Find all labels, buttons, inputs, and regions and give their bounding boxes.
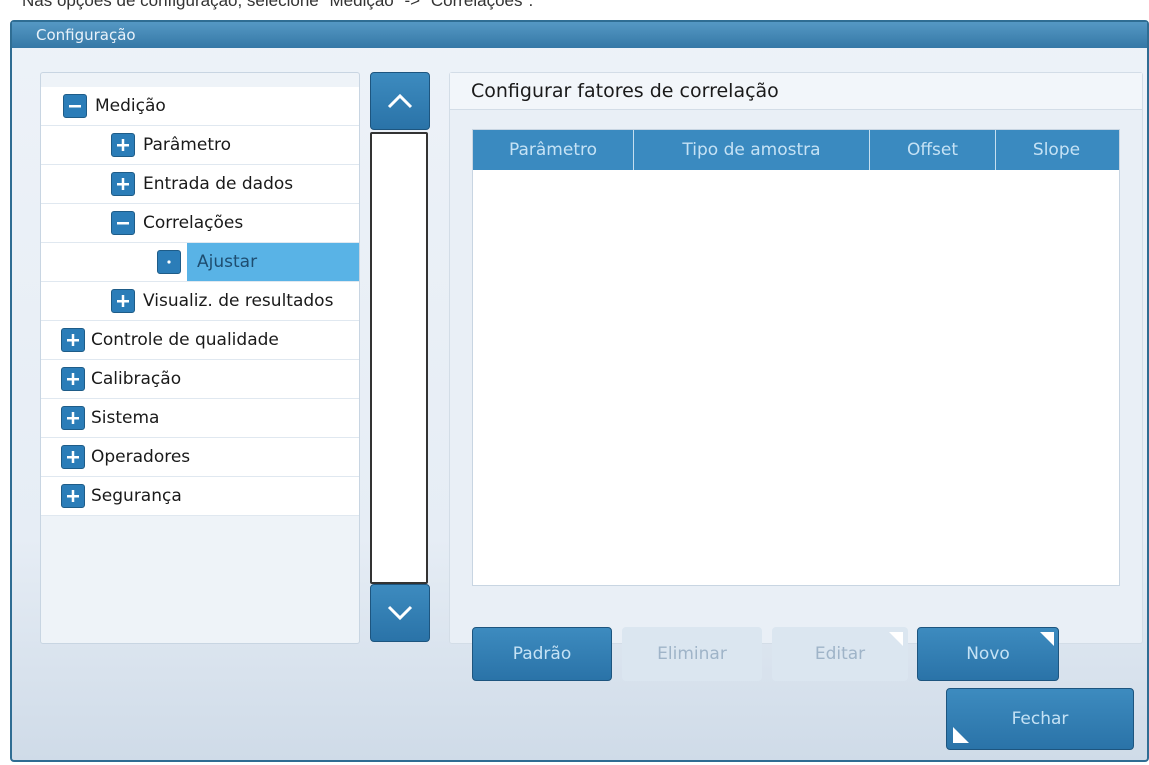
submenu-corner-icon <box>1040 632 1054 646</box>
expand-plus-icon[interactable] <box>111 133 135 157</box>
tree-item-label: Segurança <box>91 486 182 506</box>
tree-item-label: Operadores <box>91 447 191 467</box>
tree-item-correlacoes[interactable]: Correlações <box>41 204 359 243</box>
chevron-down-icon <box>387 605 413 621</box>
novo-button[interactable]: Novo <box>917 627 1059 681</box>
collapse-minus-icon[interactable] <box>63 94 87 118</box>
editar-button[interactable]: Editar <box>772 627 908 681</box>
submenu-corner-icon <box>889 632 903 646</box>
tree-item-controle-de-qualidade[interactable]: Controle de qualidade <box>41 321 359 360</box>
tree-item-label: Sistema <box>91 408 160 428</box>
tree-item-label: Entrada de dados <box>143 174 294 194</box>
scrollbar-track[interactable] <box>370 132 428 584</box>
expand-plus-icon[interactable] <box>111 289 135 313</box>
corner-indicator-icon <box>953 727 969 743</box>
column-header-offset[interactable]: Offset <box>870 130 996 170</box>
fechar-button[interactable]: Fechar <box>946 688 1134 750</box>
config-tree: Medição Parâmetro Entrada de dados Corre… <box>40 72 360 644</box>
eliminar-button[interactable]: Eliminar <box>622 627 762 681</box>
column-header-slope[interactable]: Slope <box>996 130 1117 170</box>
tree-item-label: Parâmetro <box>143 135 232 155</box>
tree-item-entrada-de-dados[interactable]: Entrada de dados <box>41 165 359 204</box>
tree-item-seguranca[interactable]: Segurança <box>41 477 359 516</box>
tree-item-label: Visualiz. de resultados <box>143 291 334 311</box>
tree-item-ajustar[interactable]: Ajustar <box>41 243 359 282</box>
tree-item-calibracao[interactable]: Calibração <box>41 360 359 399</box>
window-title: Configuração <box>12 22 1147 48</box>
tree-item-operadores[interactable]: Operadores <box>41 438 359 477</box>
column-header-parametro[interactable]: Parâmetro <box>473 130 634 170</box>
tree-item-label: Calibração <box>91 369 182 389</box>
chevron-up-icon <box>387 93 413 109</box>
expand-plus-icon[interactable] <box>111 172 135 196</box>
tree-item-label: Controle de qualidade <box>91 330 279 350</box>
expand-plus-icon[interactable] <box>61 484 85 508</box>
padrao-button[interactable]: Padrão <box>472 627 612 681</box>
editar-label: Editar <box>814 644 866 664</box>
tree-item-parametro[interactable]: Parâmetro <box>41 126 359 165</box>
expand-plus-icon[interactable] <box>61 367 85 391</box>
table-header: Parâmetro Tipo de amostra Offset Slope <box>473 130 1119 170</box>
fechar-label: Fechar <box>1011 709 1069 729</box>
expand-plus-icon[interactable] <box>61 406 85 430</box>
scroll-down-button[interactable] <box>370 584 430 642</box>
novo-label: Novo <box>966 644 1010 664</box>
tree-item-visualiz-resultados[interactable]: Visualiz. de resultados <box>41 282 359 321</box>
tree-item-label: Correlações <box>143 213 244 233</box>
expand-plus-icon[interactable] <box>61 328 85 352</box>
leaf-dot-icon <box>157 250 181 274</box>
instruction-text: Nas opções de configuração, selecione "M… <box>22 0 534 10</box>
collapse-minus-icon[interactable] <box>111 211 135 235</box>
tree-item-medicao[interactable]: Medição <box>41 87 359 126</box>
panel-title: Configurar fatores de correlação <box>450 73 1142 110</box>
correlation-panel: Configurar fatores de correlação Parâmet… <box>449 72 1143 681</box>
tree-item-sistema[interactable]: Sistema <box>41 399 359 438</box>
expand-plus-icon[interactable] <box>61 445 85 469</box>
scroll-up-button[interactable] <box>370 72 430 130</box>
tree-item-label: Ajustar <box>187 243 359 281</box>
configuration-window: Configuração Medição Parâmetro Entrada d… <box>10 20 1149 762</box>
correlation-table[interactable]: Parâmetro Tipo de amostra Offset Slope <box>472 129 1120 586</box>
column-header-tipo-de-amostra[interactable]: Tipo de amostra <box>634 130 870 170</box>
tree-item-label: Medição <box>95 96 166 116</box>
